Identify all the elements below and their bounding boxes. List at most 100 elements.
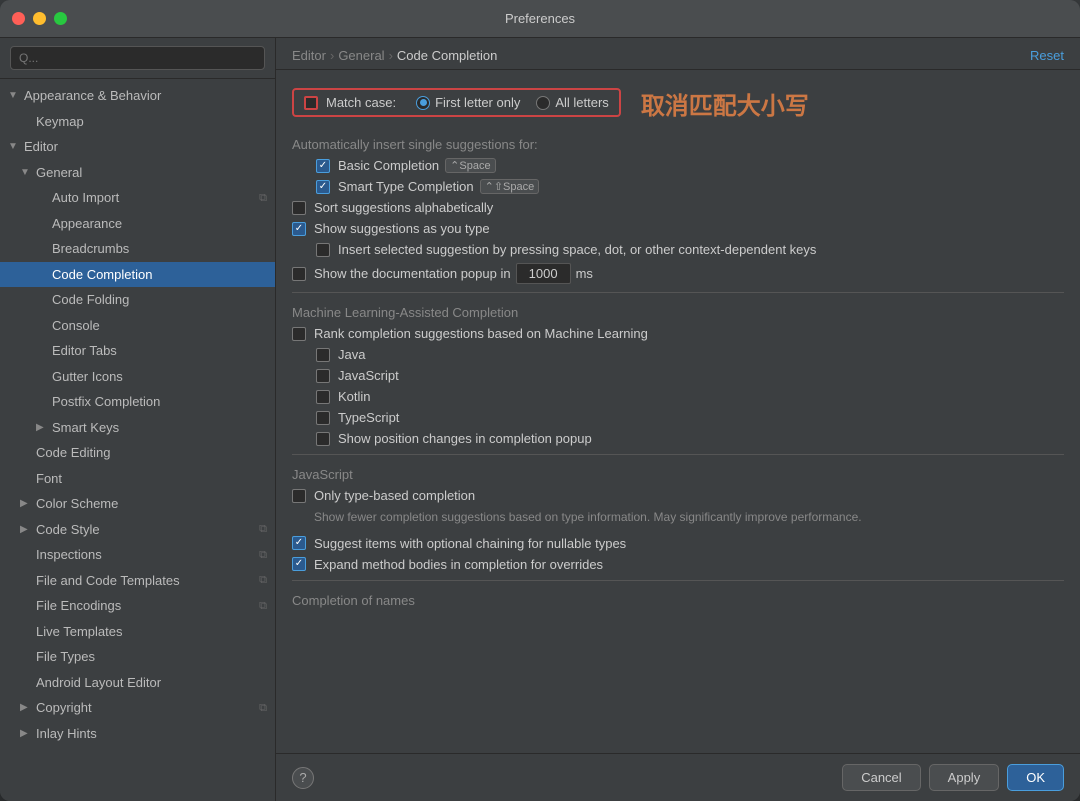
- sidebar-item-appearance[interactable]: Appearance: [0, 211, 275, 237]
- suggest-optional-chaining-checkbox[interactable]: [292, 536, 306, 550]
- rank-ml-row: Rank completion suggestions based on Mac…: [292, 326, 1064, 341]
- sidebar-item-color-scheme[interactable]: ▶ Color Scheme: [0, 491, 275, 517]
- only-type-based-checkbox[interactable]: [292, 489, 306, 503]
- separator1: [292, 292, 1064, 293]
- help-button[interactable]: ?: [292, 767, 314, 789]
- expand-icon: ▼: [8, 88, 22, 103]
- copy-icon: ⧉: [259, 598, 267, 615]
- breadcrumb: Editor › General › Code Completion: [292, 48, 497, 63]
- sidebar-item-editor-tabs[interactable]: Editor Tabs: [0, 338, 275, 364]
- smart-completion-checkbox[interactable]: [316, 180, 330, 194]
- only-type-based-row: Only type-based completion: [292, 488, 1064, 503]
- separator3: [292, 580, 1064, 581]
- breadcrumb-sep1: ›: [330, 48, 334, 63]
- radio-first-letter-btn[interactable]: [416, 96, 430, 110]
- basic-completion-checkbox[interactable]: [316, 159, 330, 173]
- dialog-title: Preferences: [505, 11, 575, 26]
- ok-button[interactable]: OK: [1007, 764, 1064, 791]
- search-box: [0, 38, 275, 79]
- ms-label: ms: [576, 266, 593, 281]
- maximize-button[interactable]: [54, 12, 67, 25]
- expand-icon: ▼: [8, 139, 22, 154]
- close-button[interactable]: [12, 12, 25, 25]
- expand-method-checkbox[interactable]: [292, 557, 306, 571]
- typescript-row: TypeScript: [316, 410, 1064, 425]
- sidebar-item-inlay-hints[interactable]: ▶ Inlay Hints: [0, 721, 275, 747]
- auto-insert-section-label: Automatically insert single suggestions …: [292, 137, 1064, 152]
- sidebar-item-copyright[interactable]: ▶ Copyright ⧉: [0, 695, 275, 721]
- sidebar-item-code-folding[interactable]: Code Folding: [0, 287, 275, 313]
- suggest-optional-chaining-row: Suggest items with optional chaining for…: [292, 536, 1064, 551]
- kotlin-checkbox[interactable]: [316, 390, 330, 404]
- show-position-row: Show position changes in completion popu…: [316, 431, 1064, 446]
- sidebar-item-inspections[interactable]: Inspections ⧉: [0, 542, 275, 568]
- main-content: ▼ Appearance & Behavior Keymap ▼ Editor …: [0, 38, 1080, 801]
- insert-selected-checkbox[interactable]: [316, 243, 330, 257]
- radio-first-letter[interactable]: First letter only: [416, 95, 520, 110]
- sidebar-item-general[interactable]: ▼ General: [0, 160, 275, 186]
- javascript-row: JavaScript: [316, 368, 1064, 383]
- collapse-icon: ▶: [20, 496, 34, 511]
- radio-all-letters[interactable]: All letters: [536, 95, 608, 110]
- sidebar-item-smart-keys[interactable]: ▶ Smart Keys: [0, 415, 275, 441]
- sidebar-item-code-style[interactable]: ▶ Code Style ⧉: [0, 517, 275, 543]
- sidebar-item-font[interactable]: Font: [0, 466, 275, 492]
- sidebar-item-console[interactable]: Console: [0, 313, 275, 339]
- completion-names-section: Completion of names: [292, 593, 1064, 608]
- sidebar-item-code-completion[interactable]: Code Completion: [0, 262, 275, 288]
- javascript-checkbox[interactable]: [316, 369, 330, 383]
- sort-alpha-row: Sort suggestions alphabetically: [292, 200, 1064, 215]
- collapse-icon: ▶: [20, 522, 34, 537]
- show-suggestions-row: Show suggestions as you type: [292, 221, 1064, 236]
- sidebar-item-auto-import[interactable]: Auto Import ⧉: [0, 185, 275, 211]
- sidebar-item-live-templates[interactable]: Live Templates: [0, 619, 275, 645]
- preferences-dialog: Preferences ▼ Appearance & Behavior Keym…: [0, 0, 1080, 801]
- java-checkbox[interactable]: [316, 348, 330, 362]
- collapse-icon: ▶: [20, 700, 34, 715]
- copy-icon: ⧉: [259, 547, 267, 564]
- expand-icon: ▼: [20, 165, 34, 180]
- show-suggestions-checkbox[interactable]: [292, 222, 306, 236]
- cancel-button[interactable]: Cancel: [842, 764, 920, 791]
- title-bar: Preferences: [0, 0, 1080, 38]
- smart-completion-row: Smart Type Completion ⌃⇧Space: [316, 179, 1064, 194]
- sidebar-item-breadcrumbs[interactable]: Breadcrumbs: [0, 236, 275, 262]
- sidebar-item-file-types[interactable]: File Types: [0, 644, 275, 670]
- sidebar-item-android-layout-editor[interactable]: Android Layout Editor: [0, 670, 275, 696]
- reset-button[interactable]: Reset: [1030, 48, 1064, 63]
- show-doc-popup-checkbox[interactable]: [292, 267, 306, 281]
- expand-method-row: Expand method bodies in completion for o…: [292, 557, 1064, 572]
- show-position-checkbox[interactable]: [316, 432, 330, 446]
- kotlin-row: Kotlin: [316, 389, 1064, 404]
- collapse-icon: ▶: [36, 420, 50, 435]
- content-header: Editor › General › Code Completion Reset: [276, 38, 1080, 70]
- match-case-radio-group: First letter only All letters: [416, 95, 609, 110]
- rank-ml-checkbox[interactable]: [292, 327, 306, 341]
- sidebar-item-file-code-templates[interactable]: File and Code Templates ⧉: [0, 568, 275, 594]
- sidebar-item-appearance-behavior[interactable]: ▼ Appearance & Behavior: [0, 83, 275, 109]
- minimize-button[interactable]: [33, 12, 46, 25]
- smart-completion-shortcut: ⌃⇧Space: [480, 179, 540, 194]
- ml-section-label: Machine Learning-Assisted Completion: [292, 305, 1064, 320]
- doc-popup-ms-input[interactable]: [516, 263, 571, 284]
- search-input[interactable]: [10, 46, 265, 70]
- sidebar-item-postfix-completion[interactable]: Postfix Completion: [0, 389, 275, 415]
- copy-icon: ⧉: [259, 190, 267, 207]
- sidebar-item-file-encodings[interactable]: File Encodings ⧉: [0, 593, 275, 619]
- sidebar-tree: ▼ Appearance & Behavior Keymap ▼ Editor …: [0, 79, 275, 801]
- copy-icon: ⧉: [259, 700, 267, 717]
- insert-selected-row: Insert selected suggestion by pressing s…: [316, 242, 1064, 257]
- sidebar-item-code-editing[interactable]: Code Editing: [0, 440, 275, 466]
- sort-alpha-checkbox[interactable]: [292, 201, 306, 215]
- only-type-based-subtext: Show fewer completion suggestions based …: [314, 509, 1064, 526]
- apply-button[interactable]: Apply: [929, 764, 1000, 791]
- sidebar-item-gutter-icons[interactable]: Gutter Icons: [0, 364, 275, 390]
- js-section-label: JavaScript: [292, 467, 1064, 482]
- match-case-checkbox[interactable]: [304, 96, 318, 110]
- sidebar-item-keymap[interactable]: Keymap: [0, 109, 275, 135]
- typescript-checkbox[interactable]: [316, 411, 330, 425]
- window-controls: [12, 12, 67, 25]
- sidebar-item-editor[interactable]: ▼ Editor: [0, 134, 275, 160]
- basic-completion-shortcut: ⌃Space: [445, 158, 495, 173]
- radio-all-letters-btn[interactable]: [536, 96, 550, 110]
